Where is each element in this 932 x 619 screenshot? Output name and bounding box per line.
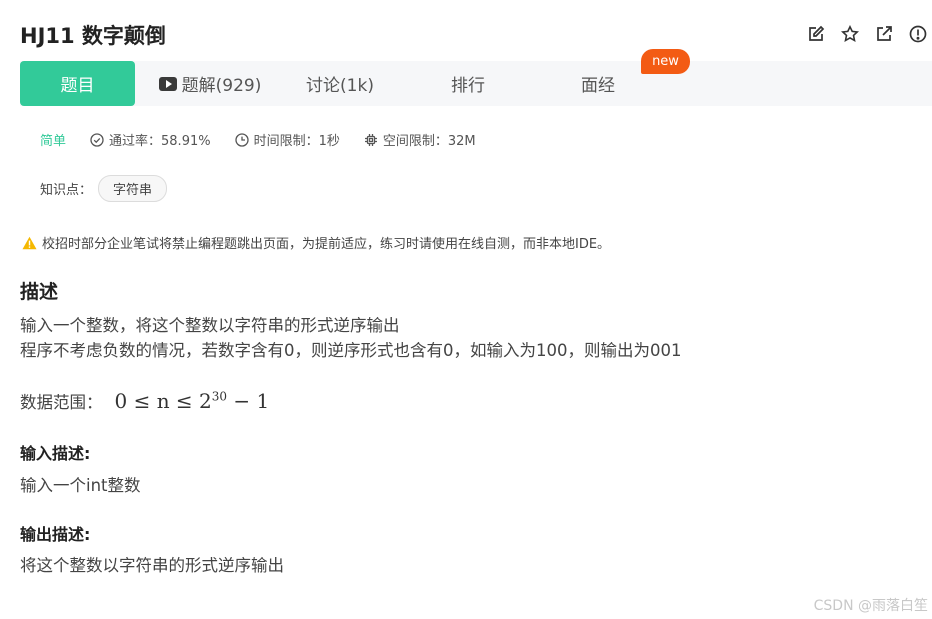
- tab-ranking-label: 排行: [451, 76, 485, 96]
- pass-rate-text: 通过率：58.91%: [109, 134, 211, 149]
- time-limit-text: 时间限制：1秒: [253, 134, 340, 149]
- space-limit-text: 空间限制：32M: [382, 134, 476, 149]
- tab-ranking[interactable]: 排行: [420, 61, 516, 106]
- edit-icon[interactable]: [806, 24, 826, 44]
- description-line-1: 输入一个整数，将这个整数以字符串的形式逆序输出: [20, 316, 400, 335]
- page-title: HJ11 数字颠倒: [20, 24, 166, 48]
- check-circle-icon: [90, 132, 104, 147]
- pass-rate: 通过率：58.91%: [90, 130, 211, 149]
- time-limit: 时间限制：1秒: [234, 130, 340, 149]
- warning-icon: [22, 236, 37, 249]
- data-range: 数据范围： 0 ≤ n ≤ 230 − 1: [20, 389, 269, 413]
- tab-solutions-label: 题解(929): [181, 76, 262, 96]
- tab-problem[interactable]: 题目: [20, 61, 135, 106]
- input-text: 输入一个int整数: [20, 476, 141, 495]
- tab-interview[interactable]: 面经: [550, 61, 646, 106]
- tab-solutions[interactable]: 题解(929): [150, 61, 270, 106]
- toolbar-icons: [806, 24, 928, 44]
- range-label: 数据范围：: [20, 393, 103, 412]
- warning-text: 校招时部分企业笔试将禁止编程题跳出页面，为提前适应，练习时请使用在线自测，而非本…: [42, 237, 611, 252]
- range-math-post: − 1: [227, 389, 270, 413]
- difficulty-label: 简单: [40, 134, 67, 149]
- report-icon[interactable]: [908, 24, 928, 44]
- tab-bar: 题目 题解(929) 讨论(1k) 排行 面经: [20, 61, 932, 106]
- output-text: 将这个整数以字符串的形式逆序输出: [20, 556, 284, 575]
- problem-meta: 简单 通过率：58.91% 时间限制：1秒 空间限制：32M: [40, 130, 500, 149]
- tag-chip[interactable]: 字符串: [98, 175, 168, 202]
- watermark: CSDN @雨落白笙: [813, 598, 928, 614]
- star-icon[interactable]: [840, 24, 860, 44]
- description-line-2: 程序不考虑负数的情况，若数字含有0，则逆序形式也含有0，如输入为100，则输出为…: [20, 341, 682, 360]
- video-icon: [158, 76, 177, 91]
- warning-notice: 校招时部分企业笔试将禁止编程题跳出页面，为提前适应，练习时请使用在线自测，而非本…: [22, 233, 610, 252]
- knowledge-points: 知识点： 字符串: [40, 175, 168, 202]
- range-formula: 0 ≤ n ≤ 230 − 1: [115, 389, 270, 413]
- output-heading: 输出描述:: [20, 525, 91, 544]
- input-heading: 输入描述:: [20, 444, 91, 463]
- tab-interview-label: 面经: [581, 76, 615, 96]
- description-heading: 描述: [20, 281, 59, 303]
- tab-problem-label: 题目: [60, 76, 95, 96]
- tab-discussion-label: 讨论(1k): [306, 76, 374, 96]
- chip-icon: [364, 133, 377, 146]
- new-badge: new: [641, 49, 690, 74]
- share-icon[interactable]: [874, 24, 894, 44]
- range-math-pre: 0 ≤ n ≤ 2: [114, 389, 212, 413]
- space-limit: 空间限制：32M: [364, 130, 476, 149]
- clock-icon: [234, 132, 249, 147]
- tab-discussion[interactable]: 讨论(1k): [288, 61, 392, 106]
- knowledge-label: 知识点：: [40, 183, 93, 198]
- range-math-exponent: 30: [211, 389, 228, 404]
